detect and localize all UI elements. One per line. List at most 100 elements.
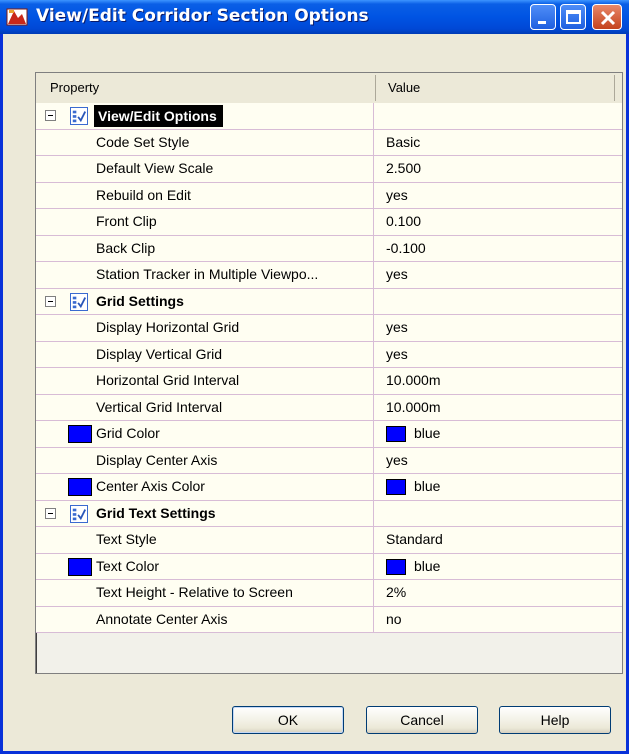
property-row[interactable]: Rebuild on Edit yes (36, 182, 622, 209)
value-cell[interactable] (375, 474, 622, 500)
property-value[interactable]: Standard (386, 527, 443, 552)
category-row[interactable]: Grid Settings (36, 288, 622, 315)
property-value[interactable]: yes (386, 262, 408, 287)
window-title: View/Edit Corridor Section Options (36, 6, 369, 26)
value-cell[interactable] (375, 448, 622, 474)
value-cell[interactable] (375, 262, 622, 288)
color-swatch-icon (68, 478, 92, 496)
property-value[interactable]: yes (386, 315, 408, 340)
property-value[interactable]: yes (386, 183, 408, 208)
value-color-swatch-icon (386, 426, 406, 442)
category-row[interactable]: View/Edit Options (36, 103, 622, 130)
property-value[interactable]: 0.100 (386, 209, 421, 234)
property-row[interactable]: Text Color blue (36, 553, 622, 580)
title-bar[interactable]: View/Edit Corridor Section Options (0, 0, 629, 34)
property-value[interactable]: -0.100 (386, 236, 426, 261)
property-row[interactable]: Display Vertical Grid yes (36, 341, 622, 368)
property-grid[interactable]: Property Value View/Edit Options Code Set… (35, 72, 623, 674)
property-label: Display Center Axis (96, 451, 218, 468)
property-label: Horizontal Grid Interval (96, 372, 240, 388)
property-label: Code Set Style (96, 133, 190, 150)
property-label: Front Clip (96, 213, 157, 229)
property-value[interactable]: yes (386, 342, 408, 367)
property-row[interactable]: Text Height - Relative to Screen 2% (36, 580, 622, 607)
maximize-icon (566, 10, 581, 24)
maximize-button[interactable] (560, 4, 586, 30)
close-icon (600, 10, 616, 26)
value-cell[interactable] (375, 315, 622, 341)
property-row[interactable]: Back Clip -0.100 (36, 235, 622, 262)
value-cell[interactable] (375, 607, 622, 633)
minimize-button[interactable] (530, 4, 556, 30)
value-cell[interactable] (375, 554, 622, 580)
property-label: Display Horizontal Grid (96, 319, 240, 335)
property-value[interactable]: yes (386, 448, 408, 473)
property-row[interactable]: Display Center Axis yes (36, 447, 622, 474)
dialog-window: View/Edit Corridor Section Options Prope… (0, 0, 629, 754)
property-label: Display Vertical Grid (96, 345, 223, 362)
property-value[interactable]: 2.500 (386, 156, 421, 181)
property-row[interactable]: Annotate Center Axis no (36, 606, 622, 633)
cancel-button[interactable]: Cancel (366, 706, 478, 734)
property-value[interactable]: blue (414, 474, 440, 499)
collapse-icon[interactable] (45, 507, 56, 519)
help-button[interactable]: Help (499, 706, 611, 734)
property-row[interactable]: Grid Color blue (36, 421, 622, 448)
close-button[interactable] (592, 4, 622, 30)
property-value[interactable]: 10.000m (386, 368, 440, 393)
property-label: Vertical Grid Interval (96, 398, 223, 415)
collapse-icon[interactable] (45, 110, 56, 121)
property-row[interactable]: Vertical Grid Interval 10.000m (36, 394, 622, 421)
property-label: Annotate Center Axis (96, 610, 228, 627)
property-row[interactable]: Default View Scale 2.500 (36, 156, 622, 183)
grid-header: Property Value (36, 73, 622, 104)
property-label: Rebuild on Edit (96, 186, 191, 203)
property-value[interactable]: blue (414, 421, 440, 446)
property-category-icon (70, 504, 88, 523)
value-cell[interactable] (375, 103, 622, 129)
property-value[interactable]: blue (414, 554, 440, 579)
property-label: Text Style (96, 531, 157, 547)
property-row[interactable]: Center Axis Color blue (36, 474, 622, 501)
category-label: View/Edit Options (94, 105, 223, 127)
collapse-icon[interactable] (45, 295, 56, 307)
column-divider[interactable] (375, 75, 376, 101)
color-swatch-icon (68, 557, 92, 576)
header-property[interactable]: Property (50, 73, 99, 103)
value-color-swatch-icon (386, 479, 406, 495)
property-rows: View/Edit Options Code Set Style Basic Defa… (36, 103, 622, 633)
property-value[interactable]: 2% (386, 580, 406, 605)
property-category-icon (70, 107, 88, 125)
property-row[interactable]: Station Tracker in Multiple Viewpo... yes (36, 262, 622, 289)
property-label: Back Clip (96, 239, 156, 256)
property-row[interactable]: Text Style Standard (36, 527, 622, 554)
value-cell[interactable] (375, 580, 622, 606)
property-value[interactable]: 10.000m (386, 395, 440, 420)
value-cell[interactable] (375, 501, 622, 527)
property-row[interactable]: Horizontal Grid Interval 10.000m (36, 368, 622, 395)
property-category-icon (70, 292, 88, 311)
ok-button[interactable]: OK (232, 706, 344, 734)
property-value[interactable]: no (386, 607, 402, 632)
category-label: Grid Text Settings (96, 504, 216, 521)
minimize-icon (538, 21, 546, 24)
property-label: Station Tracker in Multiple Viewpo... (96, 266, 319, 282)
value-cell[interactable] (375, 289, 622, 315)
category-row[interactable]: Grid Text Settings (36, 500, 622, 527)
property-row[interactable]: Front Clip 0.100 (36, 209, 622, 236)
value-cell[interactable] (375, 342, 622, 368)
header-value[interactable]: Value (388, 73, 420, 103)
value-cell[interactable] (375, 183, 622, 209)
property-row[interactable]: Code Set Style Basic (36, 129, 622, 156)
value-color-swatch-icon (386, 558, 406, 575)
property-row[interactable]: Display Horizontal Grid yes (36, 315, 622, 342)
property-label: Text Color (96, 557, 160, 574)
property-label: Default View Scale (96, 160, 214, 176)
column-divider (614, 75, 615, 101)
corridor-app-icon (6, 8, 28, 26)
color-swatch-icon (68, 425, 92, 443)
property-label: Center Axis Color (96, 478, 205, 494)
value-cell[interactable] (375, 421, 622, 447)
property-label: Grid Color (96, 425, 160, 441)
property-value[interactable]: Basic (386, 130, 420, 155)
